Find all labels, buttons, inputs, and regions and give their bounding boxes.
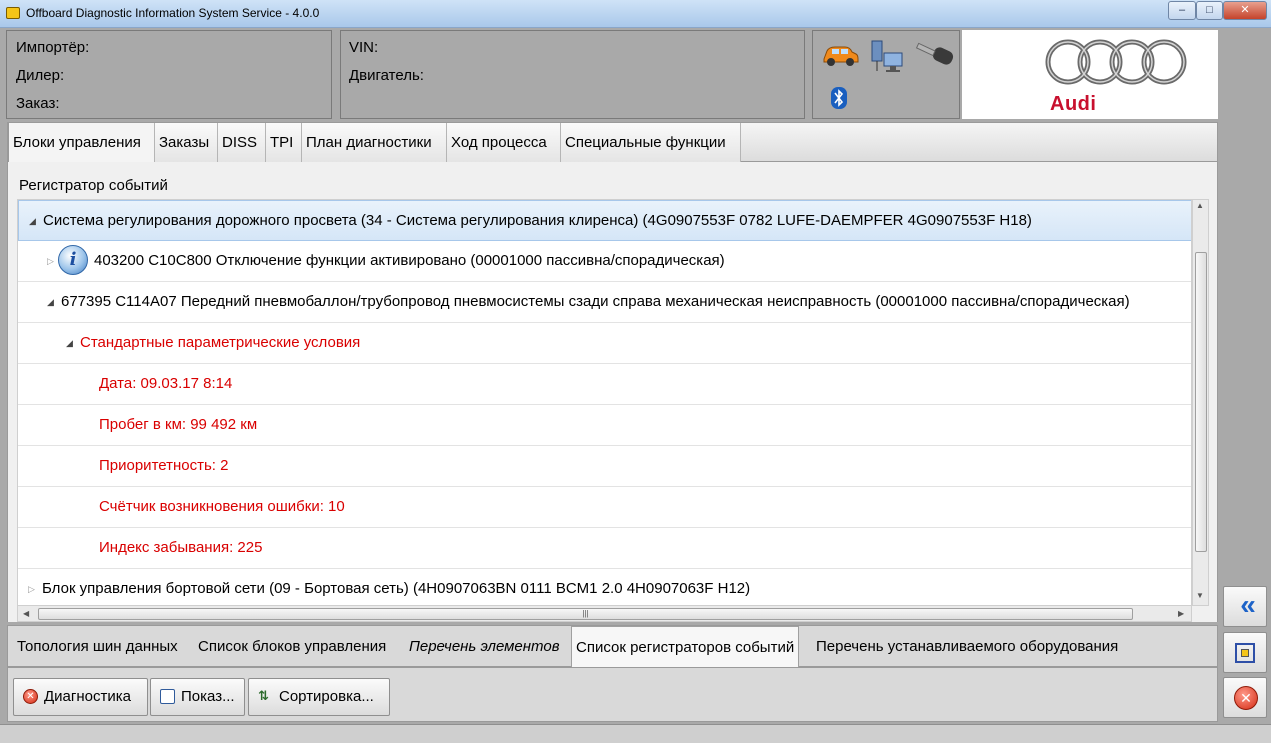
tab-control-units[interactable]: Блоки управления xyxy=(8,123,155,163)
tree-row-fault-403200[interactable]: ▷ i 403200 C10C800 Отключение функции ак… xyxy=(18,241,1191,282)
tab-orders[interactable]: Заказы xyxy=(155,123,218,163)
exit-button[interactable]: ✕ xyxy=(1223,677,1267,718)
collapse-arrow-icon[interactable]: ▷ xyxy=(28,569,35,605)
vertical-scroll-thumb[interactable] xyxy=(1195,252,1207,552)
exit-icon: ✕ xyxy=(1234,686,1258,710)
order-label: Заказ: xyxy=(16,95,60,112)
vertical-scrollbar[interactable]: ▲ ▼ xyxy=(1192,199,1209,606)
brand-name: Audi xyxy=(1050,93,1097,115)
window-title: Offboard Diagnostic Information System S… xyxy=(26,6,320,20)
tree-row-control-unit-09[interactable]: ▷ Блок управления бортовой сети (09 - Бо… xyxy=(18,569,1191,605)
show-button[interactable]: Показ... xyxy=(150,678,245,716)
vehicle-info-panel: VIN: Двигатель: xyxy=(340,30,805,119)
tree-row-label: Дата: 09.03.17 8:14 xyxy=(99,375,233,392)
status-bar xyxy=(0,724,1271,743)
expand-arrow-icon[interactable]: ◢ xyxy=(66,323,73,363)
view-tab-bar: Топология шин данных Список блоков управ… xyxy=(7,625,1218,668)
scroll-right-icon[interactable]: ▶ xyxy=(1178,609,1184,618)
horizontal-scroll-thumb[interactable]: ||| xyxy=(38,608,1133,620)
minimize-button[interactable]: – xyxy=(1168,1,1196,20)
collapse-panel-button[interactable]: « xyxy=(1223,586,1267,627)
tree-row-priority[interactable]: Приоритетность: 2 xyxy=(18,446,1191,487)
tree-row-forget-index[interactable]: Индекс забывания: 225 xyxy=(18,528,1191,569)
collapse-arrow-icon[interactable]: ▷ xyxy=(47,241,54,281)
tree-row-fault-677395[interactable]: ◢ 677395 C114A07 Передний пневмобаллон/т… xyxy=(18,282,1191,323)
dealer-info-panel: Импортёр: Дилер: Заказ: xyxy=(6,30,332,119)
expand-arrow-icon[interactable]: ◢ xyxy=(47,282,54,322)
scroll-left-icon[interactable]: ◀ xyxy=(23,609,29,618)
network-computer-icon[interactable] xyxy=(869,39,905,75)
tab-tpi[interactable]: TPI xyxy=(266,123,302,163)
tab-bus-topology[interactable]: Топология шин данных xyxy=(13,626,182,668)
audi-rings-logo xyxy=(1045,39,1187,85)
expand-arrow-icon[interactable]: ◢ xyxy=(29,201,36,240)
info-icon: i xyxy=(58,245,88,275)
tree-row-label: Стандартные параметрические условия xyxy=(80,334,361,351)
horizontal-scrollbar[interactable]: ◀ ||| ▶ xyxy=(17,605,1192,622)
status-icons-panel xyxy=(812,30,960,119)
bluetooth-icon[interactable] xyxy=(831,87,847,109)
double-chevron-left-icon: « xyxy=(1240,589,1255,620)
tree-row-occurrence-counter[interactable]: Счётчик возникновения ошибки: 10 xyxy=(18,487,1191,528)
diagnostics-button-label: Диагностика xyxy=(44,688,131,705)
frame-icon xyxy=(1235,643,1255,663)
scroll-down-icon[interactable]: ▼ xyxy=(1196,591,1204,600)
scroll-up-icon[interactable]: ▲ xyxy=(1196,201,1204,210)
window-close-button[interactable]: ✕ xyxy=(1223,1,1267,20)
tree-row-control-unit-34[interactable]: ◢ Система регулирования дорожного просве… xyxy=(18,200,1191,241)
side-action-panel: « ✕ xyxy=(1220,122,1271,722)
tab-control-unit-list[interactable]: Список блоков управления xyxy=(194,626,390,668)
tree-row-standard-conditions[interactable]: ◢ Стандартные параметрические условия xyxy=(18,323,1191,364)
show-button-label: Показ... xyxy=(181,688,235,705)
event-recorder-tree[interactable]: ◢ Система регулирования дорожного просве… xyxy=(17,199,1192,606)
tree-row-mileage[interactable]: Пробег в км: 99 492 км xyxy=(18,405,1191,446)
tree-row-label: Пробег в км: 99 492 км xyxy=(99,416,258,433)
vin-label: VIN: xyxy=(349,39,379,56)
list-icon xyxy=(160,689,175,704)
key-icon[interactable] xyxy=(915,41,955,71)
tab-diss[interactable]: DISS xyxy=(218,123,266,163)
importer-label: Импортёр: xyxy=(16,39,90,56)
diagnostics-button[interactable]: ✕ Диагностика xyxy=(13,678,148,716)
fit-view-button[interactable] xyxy=(1223,632,1267,673)
tab-element-list[interactable]: Перечень элементов xyxy=(405,626,564,668)
tab-process-flow[interactable]: Ход процесса xyxy=(447,123,561,163)
car-icon[interactable] xyxy=(821,41,859,69)
tab-installed-equipment-list[interactable]: Перечень устанавливаемого оборудования xyxy=(812,626,1122,668)
sort-icon: ⇅ xyxy=(258,688,269,703)
tree-row-label: Система регулирования дорожного просвета… xyxy=(43,212,1032,229)
maximize-button[interactable]: □ xyxy=(1196,1,1223,20)
stop-icon: ✕ xyxy=(23,689,38,704)
main-tab-bar: Блоки управления Заказы DISS TPI План ди… xyxy=(7,122,1218,163)
bottom-toolbar: ✕ Диагностика Показ... ⇅ Сортировка... xyxy=(7,667,1218,722)
app-icon xyxy=(6,7,20,19)
content-area: Регистратор событий ◢ Система регулирова… xyxy=(7,162,1218,622)
tree-row-label: Блок управления бортовой сети (09 - Борт… xyxy=(42,580,751,597)
sort-button[interactable]: ⇅ Сортировка... xyxy=(248,678,390,716)
tab-special-functions[interactable]: Специальные функции xyxy=(561,123,741,163)
tree-row-label: Индекс забывания: 225 xyxy=(99,539,263,556)
window-titlebar: Offboard Diagnostic Information System S… xyxy=(0,0,1271,28)
tab-diagnostic-plan[interactable]: План диагностики xyxy=(302,123,447,163)
tree-row-date[interactable]: Дата: 09.03.17 8:14 xyxy=(18,364,1191,405)
tree-row-label: 403200 C10C800 Отключение функции активи… xyxy=(94,252,725,269)
brand-logo-panel: Audi xyxy=(962,30,1218,119)
tree-row-label: Счётчик возникновения ошибки: 10 xyxy=(99,498,345,515)
tree-row-label: Приоритетность: 2 xyxy=(99,457,229,474)
dealer-label: Дилер: xyxy=(16,67,65,84)
tab-event-recorder-list[interactable]: Список регистраторов событий xyxy=(571,626,800,668)
section-title: Регистратор событий xyxy=(19,177,168,194)
engine-label: Двигатель: xyxy=(349,67,424,84)
sort-button-label: Сортировка... xyxy=(279,688,374,705)
tree-row-label: 677395 C114A07 Передний пневмобаллон/тру… xyxy=(61,293,1130,310)
